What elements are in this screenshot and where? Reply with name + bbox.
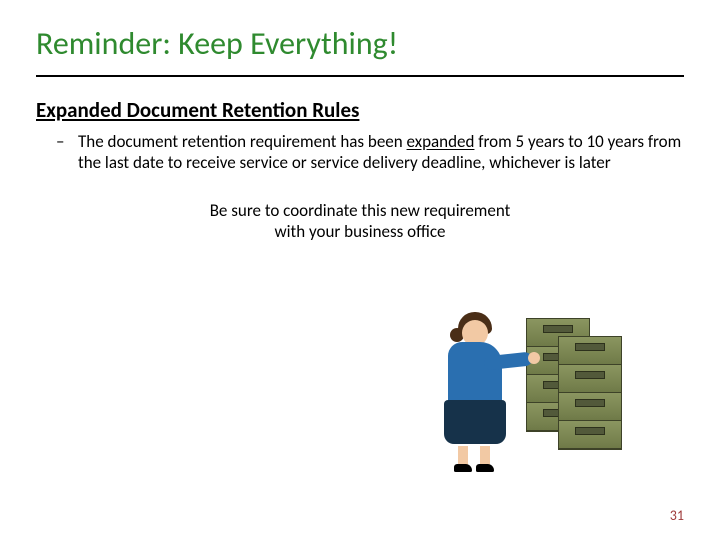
bullet-text-emph: expanded (407, 131, 475, 152)
person-at-filing-cabinets-icon (440, 300, 640, 470)
person-leg (458, 446, 468, 466)
section-heading: Expanded Document Retention Rules (36, 97, 684, 123)
callout-line-1: Be sure to coordinate this new requireme… (36, 200, 684, 221)
person-leg (480, 446, 490, 466)
callout-line-2: with your business office (36, 221, 684, 242)
person-shoe (454, 464, 472, 472)
person-shoe (476, 464, 494, 472)
page-number: 31 (670, 507, 684, 524)
title-underline (36, 75, 684, 77)
person-skirt (444, 400, 506, 444)
person-hand (528, 352, 540, 364)
filing-cabinet-icon (558, 336, 622, 450)
bullet-item: The document retention requirement has b… (64, 131, 684, 174)
slide-title: Reminder: Keep Everything! (36, 24, 684, 73)
callout-text: Be sure to coordinate this new requireme… (36, 200, 684, 243)
bullet-text-pre: The document retention requirement has b… (78, 131, 407, 152)
bullet-list: The document retention requirement has b… (36, 131, 684, 174)
slide: Reminder: Keep Everything! Expanded Docu… (0, 0, 720, 540)
